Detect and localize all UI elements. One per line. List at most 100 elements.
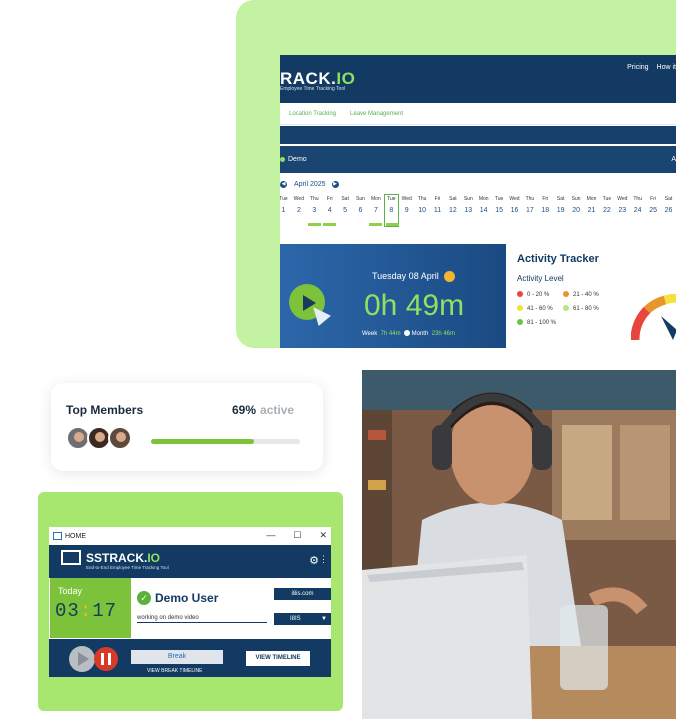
dashboard-header: RACK.IO Employee Time Tracking Tool Pric… <box>280 55 676 103</box>
calendar-day[interactable]: Tue 22 <box>599 195 614 217</box>
calendar-day[interactable]: Mon 14 <box>476 195 491 217</box>
activity-title: Activity Tracker <box>517 253 599 265</box>
maximize-icon[interactable]: ☐ <box>293 530 301 541</box>
calendar-date: 26 <box>664 207 673 214</box>
more-options-icon[interactable]: ⋮ <box>319 554 328 565</box>
tab-leave-management[interactable]: Leave Management <box>350 111 403 117</box>
members-title: Top Members <box>66 403 144 417</box>
calendar-day[interactable]: Mon 21 <box>584 195 599 217</box>
calendar-day[interactable]: Thu 24 <box>630 195 645 217</box>
demo-label[interactable]: Demo <box>288 156 307 163</box>
calendar-weekday: Wed <box>401 196 412 202</box>
calendar-day[interactable]: Sun 6 <box>353 195 368 217</box>
calendar-day[interactable]: Thu 17 <box>522 195 537 217</box>
calendar-day[interactable]: Wed 23 <box>615 195 630 217</box>
calendar-day[interactable]: Wed 16 <box>507 195 522 217</box>
desktop-widget-window: HOME — ☐ ✕ SSTRACK.IO End-to-End Employe… <box>49 527 331 677</box>
calendar-day[interactable]: Tue 1 <box>280 195 291 217</box>
calendar-date: 4 <box>327 207 332 214</box>
calendar-day[interactable]: Sat 19 <box>553 195 568 217</box>
monitor-icon <box>61 550 81 565</box>
domain-field[interactable]: i8is.com <box>274 588 331 600</box>
activity-card: Activity Tracker Activity Level 0 - 20 %… <box>509 244 676 348</box>
break-button[interactable]: Break <box>131 650 223 664</box>
legend-item: 61 - 80 % <box>563 305 599 312</box>
week-label: Week <box>362 331 378 337</box>
calendar-day[interactable]: Fri 18 <box>538 195 553 217</box>
widget-logo: SSTRACK.IO <box>86 551 161 565</box>
calendar-weekday: Thu <box>525 196 535 202</box>
timer-card: Tuesday 08 April 0h 49m Week 7h 44m Mont… <box>280 244 506 348</box>
stage: RACK.IO Employee Time Tracking Tool Pric… <box>0 0 676 719</box>
calendar-date: 16 <box>510 207 519 214</box>
legend-swatch-icon <box>517 291 523 297</box>
calendar-day[interactable]: Sat 26 <box>661 195 676 217</box>
calendar-day[interactable]: Mon 7 <box>368 195 383 226</box>
demo-bar: Demo A <box>280 146 676 173</box>
tab-location-tracking[interactable]: Location Tracking <box>289 111 336 117</box>
close-icon[interactable]: ✕ <box>319 530 327 541</box>
nav-how-it-works[interactable]: How it <box>657 64 676 71</box>
pause-icon <box>101 653 111 665</box>
minimize-icon[interactable]: — <box>266 530 275 541</box>
month-dot-icon <box>403 330 410 336</box>
activity-bar <box>323 223 337 226</box>
calendar-weekday: Thu <box>633 196 642 202</box>
nav-pricing[interactable]: Pricing <box>627 64 648 71</box>
calendar-day[interactable]: Thu 10 <box>415 195 430 217</box>
active-progress-bar <box>151 439 300 444</box>
timer-summary: Week 7h 44m Month 23h 46m <box>362 330 455 337</box>
app-window-icon <box>53 532 62 540</box>
calendar-date: 15 <box>495 207 503 214</box>
calendar-day[interactable]: Sun 20 <box>569 195 584 217</box>
dashboard-tabs: Location Tracking Leave Management <box>280 103 676 125</box>
calendar-day[interactable]: Fri 11 <box>430 195 445 217</box>
calendar-weekday: Mon <box>586 196 597 202</box>
members-active-label: active <box>260 403 295 417</box>
avatar[interactable] <box>108 426 132 450</box>
calendar-day[interactable]: Wed 2 <box>291 195 306 217</box>
legend-swatch-icon <box>517 319 523 325</box>
calendar-date: 3 <box>312 207 317 214</box>
chevron-down-icon: ▼ <box>321 616 327 622</box>
dashboard-screenshot: RACK.IO Employee Time Tracking Tool Pric… <box>280 55 676 348</box>
activity-gauge-icon <box>631 294 676 341</box>
gear-icon[interactable]: ⚙ <box>309 554 319 567</box>
calendar-date: 24 <box>633 207 642 214</box>
user-name: Demo User <box>155 591 219 605</box>
organization-select[interactable]: I8IS ▼ <box>274 613 331 625</box>
prev-month-icon[interactable]: ◀ <box>280 180 287 188</box>
month-label-summary: Month <box>411 331 429 337</box>
calendar-weekday: Wed <box>617 196 628 202</box>
calendar-weekday: Sat <box>556 196 565 202</box>
legend-swatch-icon <box>563 291 569 297</box>
calendar-day[interactable]: Fri 25 <box>646 195 661 217</box>
widget-footer: Break VIEW TIMELINE VIEW BREAK TIMELINE <box>49 639 331 677</box>
calendar-day[interactable]: Sun 13 <box>461 195 476 217</box>
month-label: April 2025 <box>294 180 326 188</box>
next-month-icon[interactable]: ▶ <box>331 180 339 188</box>
activity-bar <box>369 223 383 226</box>
calendar-weekday: Tue <box>280 196 288 202</box>
calendar-date: 8 <box>389 207 394 214</box>
calendar-day[interactable]: Tue 15 <box>492 195 507 217</box>
calendar-weekday: Sun <box>463 196 473 202</box>
calendar-date: 5 <box>343 207 348 214</box>
calendar-day[interactable]: Sat 5 <box>338 195 353 217</box>
today-label: Today <box>58 586 83 596</box>
view-break-timeline-link[interactable]: VIEW BREAK TIMELINE <box>147 668 202 674</box>
calendar-day[interactable]: Thu 3 <box>307 195 322 226</box>
legend-item: 0 - 20 % <box>517 291 549 298</box>
view-timeline-button[interactable]: VIEW TIMELINE <box>246 651 310 666</box>
calendar-day[interactable]: Sat 12 <box>445 195 460 217</box>
timer-date: Tuesday 08 April <box>372 271 439 281</box>
task-note-input[interactable]: working on demo video <box>137 615 267 623</box>
member-avatars <box>66 426 132 450</box>
calendar-day[interactable]: Fri 4 <box>322 195 337 226</box>
calendar-day[interactable]: Wed 9 <box>399 195 414 217</box>
calendar-day[interactable]: Tue 8 <box>383 194 399 227</box>
calendar-date: 13 <box>464 207 473 214</box>
dashboard-nav: Pricing How it <box>627 64 676 71</box>
calendar-date: 19 <box>556 207 565 214</box>
legend-item: 21 - 40 % <box>563 291 599 298</box>
